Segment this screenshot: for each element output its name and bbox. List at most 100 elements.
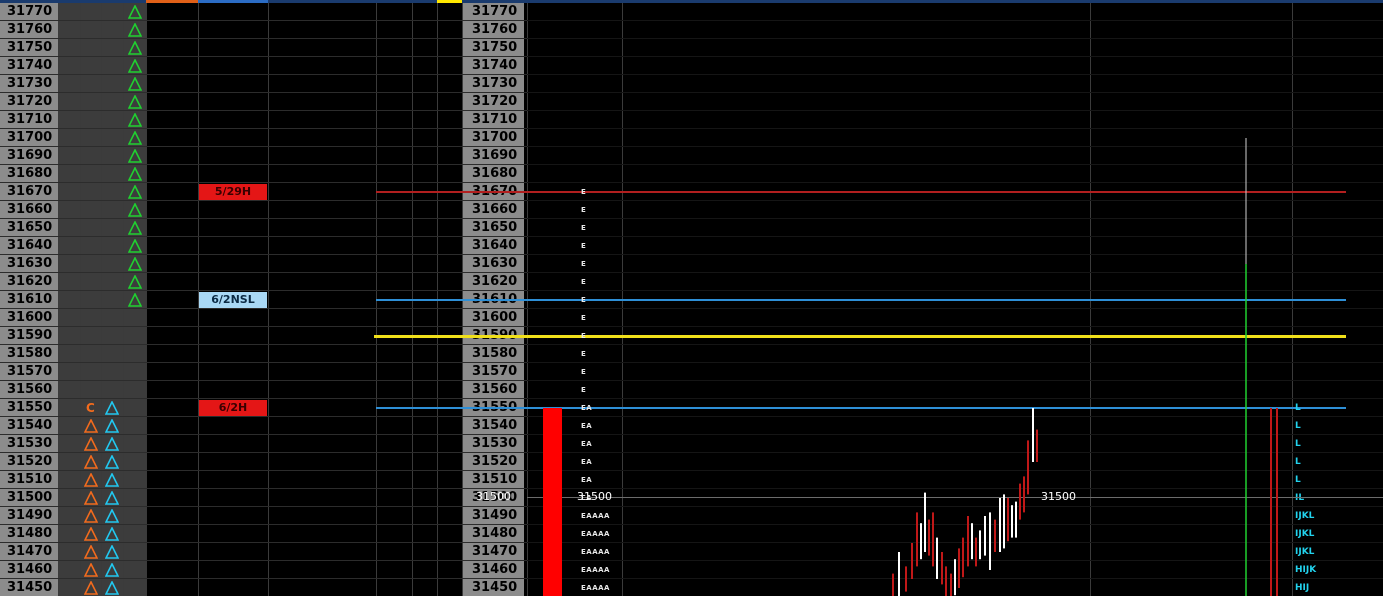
price-label[interactable]: 31670 [0, 183, 58, 201]
up-triangle-icon[interactable] [84, 455, 98, 469]
price-label[interactable]: 31690 [0, 147, 58, 165]
up-triangle-icon[interactable] [84, 419, 98, 433]
up-triangle-icon[interactable] [105, 437, 119, 451]
c-marker[interactable]: C [86, 399, 95, 417]
price-label[interactable]: 31740 [462, 57, 524, 75]
price-label[interactable]: 31490 [0, 507, 58, 525]
up-triangle-icon[interactable] [105, 545, 119, 559]
price-label[interactable]: 31590 [0, 327, 58, 345]
up-triangle-icon[interactable] [128, 275, 142, 289]
price-label[interactable]: 31710 [0, 111, 58, 129]
price-label[interactable]: 31560 [0, 381, 58, 399]
price-label[interactable]: 31450 [462, 579, 524, 596]
price-label[interactable]: 31740 [0, 57, 58, 75]
price-label[interactable]: 31750 [462, 39, 524, 57]
price-label[interactable]: 31520 [462, 453, 524, 471]
price-label[interactable]: 31760 [462, 21, 524, 39]
price-label[interactable]: 31570 [0, 363, 58, 381]
price-label[interactable]: 31520 [0, 453, 58, 471]
up-triangle-icon[interactable] [128, 221, 142, 235]
level-badge[interactable]: 5/29H [199, 184, 267, 200]
price-label[interactable]: 31680 [0, 165, 58, 183]
price-label[interactable]: 31660 [0, 201, 58, 219]
up-triangle-icon[interactable] [128, 185, 142, 199]
price-label[interactable]: 31660 [462, 201, 524, 219]
price-label[interactable]: 31610 [0, 291, 58, 309]
price-label[interactable]: 31630 [0, 255, 58, 273]
up-triangle-icon[interactable] [128, 59, 142, 73]
up-triangle-icon[interactable] [128, 239, 142, 253]
level-line[interactable] [376, 407, 1346, 409]
level-badge[interactable]: 6/2H [199, 400, 267, 416]
price-label[interactable]: 31460 [462, 561, 524, 579]
price-label[interactable]: 31630 [462, 255, 524, 273]
price-label[interactable]: 31460 [0, 561, 58, 579]
price-label[interactable]: 31480 [0, 525, 58, 543]
price-label[interactable]: 31570 [462, 363, 524, 381]
up-triangle-icon[interactable] [128, 113, 142, 127]
up-triangle-icon[interactable] [105, 419, 119, 433]
price-label[interactable]: 31580 [0, 345, 58, 363]
price-label[interactable]: 31650 [0, 219, 58, 237]
level-line[interactable] [376, 299, 1346, 301]
up-triangle-icon[interactable] [128, 149, 142, 163]
price-label[interactable]: 31530 [462, 435, 524, 453]
price-label[interactable]: 31540 [462, 417, 524, 435]
price-label[interactable]: 31470 [462, 543, 524, 561]
up-triangle-icon[interactable] [128, 167, 142, 181]
price-label[interactable]: 31720 [0, 93, 58, 111]
price-label[interactable]: 31760 [0, 21, 58, 39]
up-triangle-icon[interactable] [105, 491, 119, 505]
price-label[interactable]: 31680 [462, 165, 524, 183]
price-label[interactable]: 31640 [462, 237, 524, 255]
price-label[interactable]: 31750 [0, 39, 58, 57]
up-triangle-icon[interactable] [84, 527, 98, 541]
price-label[interactable]: 31620 [462, 273, 524, 291]
up-triangle-icon[interactable] [128, 293, 142, 307]
up-triangle-icon[interactable] [128, 5, 142, 19]
price-label[interactable]: 31700 [0, 129, 58, 147]
up-triangle-icon[interactable] [128, 95, 142, 109]
price-label[interactable]: 31710 [462, 111, 524, 129]
up-triangle-icon[interactable] [128, 23, 142, 37]
up-triangle-icon[interactable] [84, 473, 98, 487]
price-label[interactable]: 31650 [462, 219, 524, 237]
price-label[interactable]: 31580 [462, 345, 524, 363]
up-triangle-icon[interactable] [105, 563, 119, 577]
price-label[interactable]: 31500 [0, 489, 58, 507]
price-label[interactable]: 31770 [0, 3, 58, 21]
up-triangle-icon[interactable] [84, 437, 98, 451]
up-triangle-icon[interactable] [105, 509, 119, 523]
price-label[interactable]: 31480 [462, 525, 524, 543]
up-triangle-icon[interactable] [128, 203, 142, 217]
price-label[interactable]: 31690 [462, 147, 524, 165]
price-label[interactable]: 31730 [0, 75, 58, 93]
up-triangle-icon[interactable] [128, 41, 142, 55]
level-line[interactable] [374, 335, 1346, 338]
up-triangle-icon[interactable] [128, 131, 142, 145]
price-label[interactable]: 31720 [462, 93, 524, 111]
price-label[interactable]: 31540 [0, 417, 58, 435]
up-triangle-icon[interactable] [84, 563, 98, 577]
up-triangle-icon[interactable] [105, 455, 119, 469]
price-label[interactable]: 31550 [0, 399, 58, 417]
up-triangle-icon[interactable] [84, 581, 98, 595]
price-label[interactable]: 31510 [0, 471, 58, 489]
price-label[interactable]: 31530 [0, 435, 58, 453]
price-label[interactable]: 31640 [0, 237, 58, 255]
price-label[interactable]: 31560 [462, 381, 524, 399]
up-triangle-icon[interactable] [128, 257, 142, 271]
level-line[interactable] [376, 191, 1346, 193]
price-label[interactable]: 31450 [0, 579, 58, 596]
price-label[interactable]: 31470 [0, 543, 58, 561]
price-label[interactable]: 31510 [462, 471, 524, 489]
price-label[interactable]: 31730 [462, 75, 524, 93]
price-label[interactable]: 31620 [0, 273, 58, 291]
up-triangle-icon[interactable] [84, 545, 98, 559]
up-triangle-icon[interactable] [84, 491, 98, 505]
price-label[interactable]: 31490 [462, 507, 524, 525]
price-label[interactable]: 31600 [462, 309, 524, 327]
price-label[interactable]: 31600 [0, 309, 58, 327]
price-label[interactable]: 31770 [462, 3, 524, 21]
up-triangle-icon[interactable] [105, 581, 119, 595]
